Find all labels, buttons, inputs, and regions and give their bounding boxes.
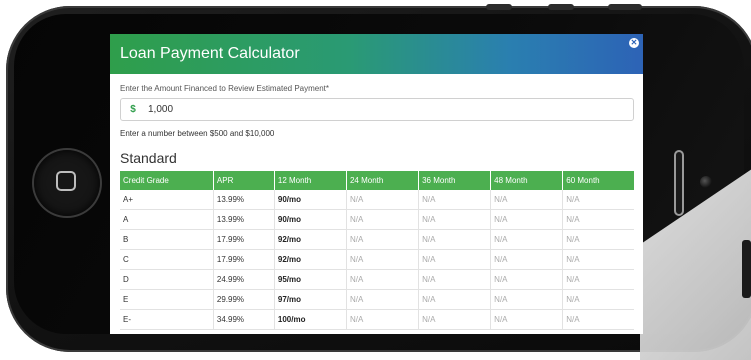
apr-cell: 34.99% <box>212 309 275 330</box>
col-header: Credit Grade <box>120 171 214 190</box>
modal-header: Loan Payment Calculator ✕ <box>110 34 643 74</box>
payment-cell: 92/mo <box>273 249 347 270</box>
payment-cell: N/A <box>490 229 563 250</box>
loan-calculator-modal: Loan Payment Calculator ✕ Enter the Amou… <box>110 34 643 334</box>
phone-side-button <box>486 4 512 10</box>
payment-cell: N/A <box>490 269 563 290</box>
payment-cell: N/A <box>345 289 419 310</box>
payment-cell: N/A <box>418 289 491 310</box>
amount-hint: Enter a number between $500 and $10,000 <box>120 129 275 138</box>
payment-cell: N/A <box>490 190 563 210</box>
currency-symbol: $ <box>130 104 136 115</box>
col-header: 24 Month <box>345 171 419 190</box>
apr-cell: 17.99% <box>212 249 275 270</box>
modal-body: Enter the Amount Financed to Review Esti… <box>110 74 643 330</box>
payment-cell: 90/mo <box>273 190 347 210</box>
close-icon[interactable]: ✕ <box>629 38 639 48</box>
payment-cell: N/A <box>418 209 491 230</box>
payment-cell: N/A <box>490 209 563 230</box>
table-row: C 17.99% 92/mo N/A N/A N/A N/A <box>120 249 634 270</box>
phone-side-button <box>742 240 751 298</box>
amount-input-group: $ <box>120 98 634 121</box>
payment-cell: 90/mo <box>273 209 347 230</box>
payment-cell: N/A <box>562 190 634 210</box>
col-header: 48 Month <box>490 171 563 190</box>
speaker-grille <box>674 150 684 216</box>
payment-cell: N/A <box>490 249 563 270</box>
payment-cell: N/A <box>562 249 634 270</box>
table-row: B 17.99% 92/mo N/A N/A N/A N/A <box>120 229 634 250</box>
apr-cell: 29.99% <box>212 289 275 310</box>
col-header: 36 Month <box>418 171 491 190</box>
credit-grade-cell: A+ <box>120 190 214 210</box>
credit-grade-cell: B <box>120 229 214 250</box>
credit-grade-cell: E- <box>120 309 214 330</box>
col-header: 12 Month <box>273 171 347 190</box>
apr-cell: 13.99% <box>212 209 275 230</box>
payment-cell: N/A <box>345 190 419 210</box>
amount-input[interactable] <box>145 104 633 115</box>
payment-cell: N/A <box>345 309 419 330</box>
payment-cell: N/A <box>345 229 419 250</box>
section-title-standard: Standard <box>120 150 177 166</box>
payment-cell: 95/mo <box>273 269 347 290</box>
payment-cell: N/A <box>345 269 419 290</box>
apr-cell: 13.99% <box>212 190 275 210</box>
credit-grade-cell: C <box>120 249 214 270</box>
payment-table: Credit Grade APR 12 Month 24 Month 36 Mo… <box>120 171 634 330</box>
payment-cell: N/A <box>562 269 634 290</box>
payment-cell: N/A <box>562 229 634 250</box>
table-row: E 29.99% 97/mo N/A N/A N/A N/A <box>120 289 634 310</box>
payment-cell: N/A <box>345 209 419 230</box>
phone-side-button <box>608 4 642 10</box>
table-row: E- 34.99% 100/mo N/A N/A N/A N/A <box>120 309 634 330</box>
table-header-row: Credit Grade APR 12 Month 24 Month 36 Mo… <box>120 171 634 190</box>
payment-cell: N/A <box>562 289 634 310</box>
home-button[interactable] <box>34 150 100 216</box>
credit-grade-cell: A <box>120 209 214 230</box>
payment-cell: N/A <box>345 249 419 270</box>
col-header: 60 Month <box>562 171 634 190</box>
payment-cell: N/A <box>418 229 491 250</box>
payment-cell: 92/mo <box>273 229 347 250</box>
table-row: A 13.99% 90/mo N/A N/A N/A N/A <box>120 209 634 230</box>
credit-grade-cell: E <box>120 289 214 310</box>
payment-cell: N/A <box>562 309 634 330</box>
credit-grade-cell: D <box>120 269 214 290</box>
payment-cell: N/A <box>418 309 491 330</box>
modal-title: Loan Payment Calculator <box>120 45 300 62</box>
payment-cell: N/A <box>490 289 563 310</box>
payment-cell: 97/mo <box>273 289 347 310</box>
payment-cell: N/A <box>418 249 491 270</box>
payment-cell: N/A <box>562 209 634 230</box>
apr-cell: 24.99% <box>212 269 275 290</box>
payment-cell: N/A <box>418 269 491 290</box>
home-square-icon <box>56 171 76 191</box>
table-row: D 24.99% 95/mo N/A N/A N/A N/A <box>120 269 634 290</box>
payment-cell: 100/mo <box>273 309 347 330</box>
camera-icon <box>700 176 712 188</box>
amount-label: Enter the Amount Financed to Review Esti… <box>120 84 329 93</box>
phone-side-button <box>548 4 574 10</box>
payment-cell: N/A <box>490 309 563 330</box>
payment-cell: N/A <box>418 190 491 210</box>
table-row: A+ 13.99% 90/mo N/A N/A N/A N/A <box>120 190 634 210</box>
apr-cell: 17.99% <box>212 229 275 250</box>
col-header: APR <box>212 171 275 190</box>
